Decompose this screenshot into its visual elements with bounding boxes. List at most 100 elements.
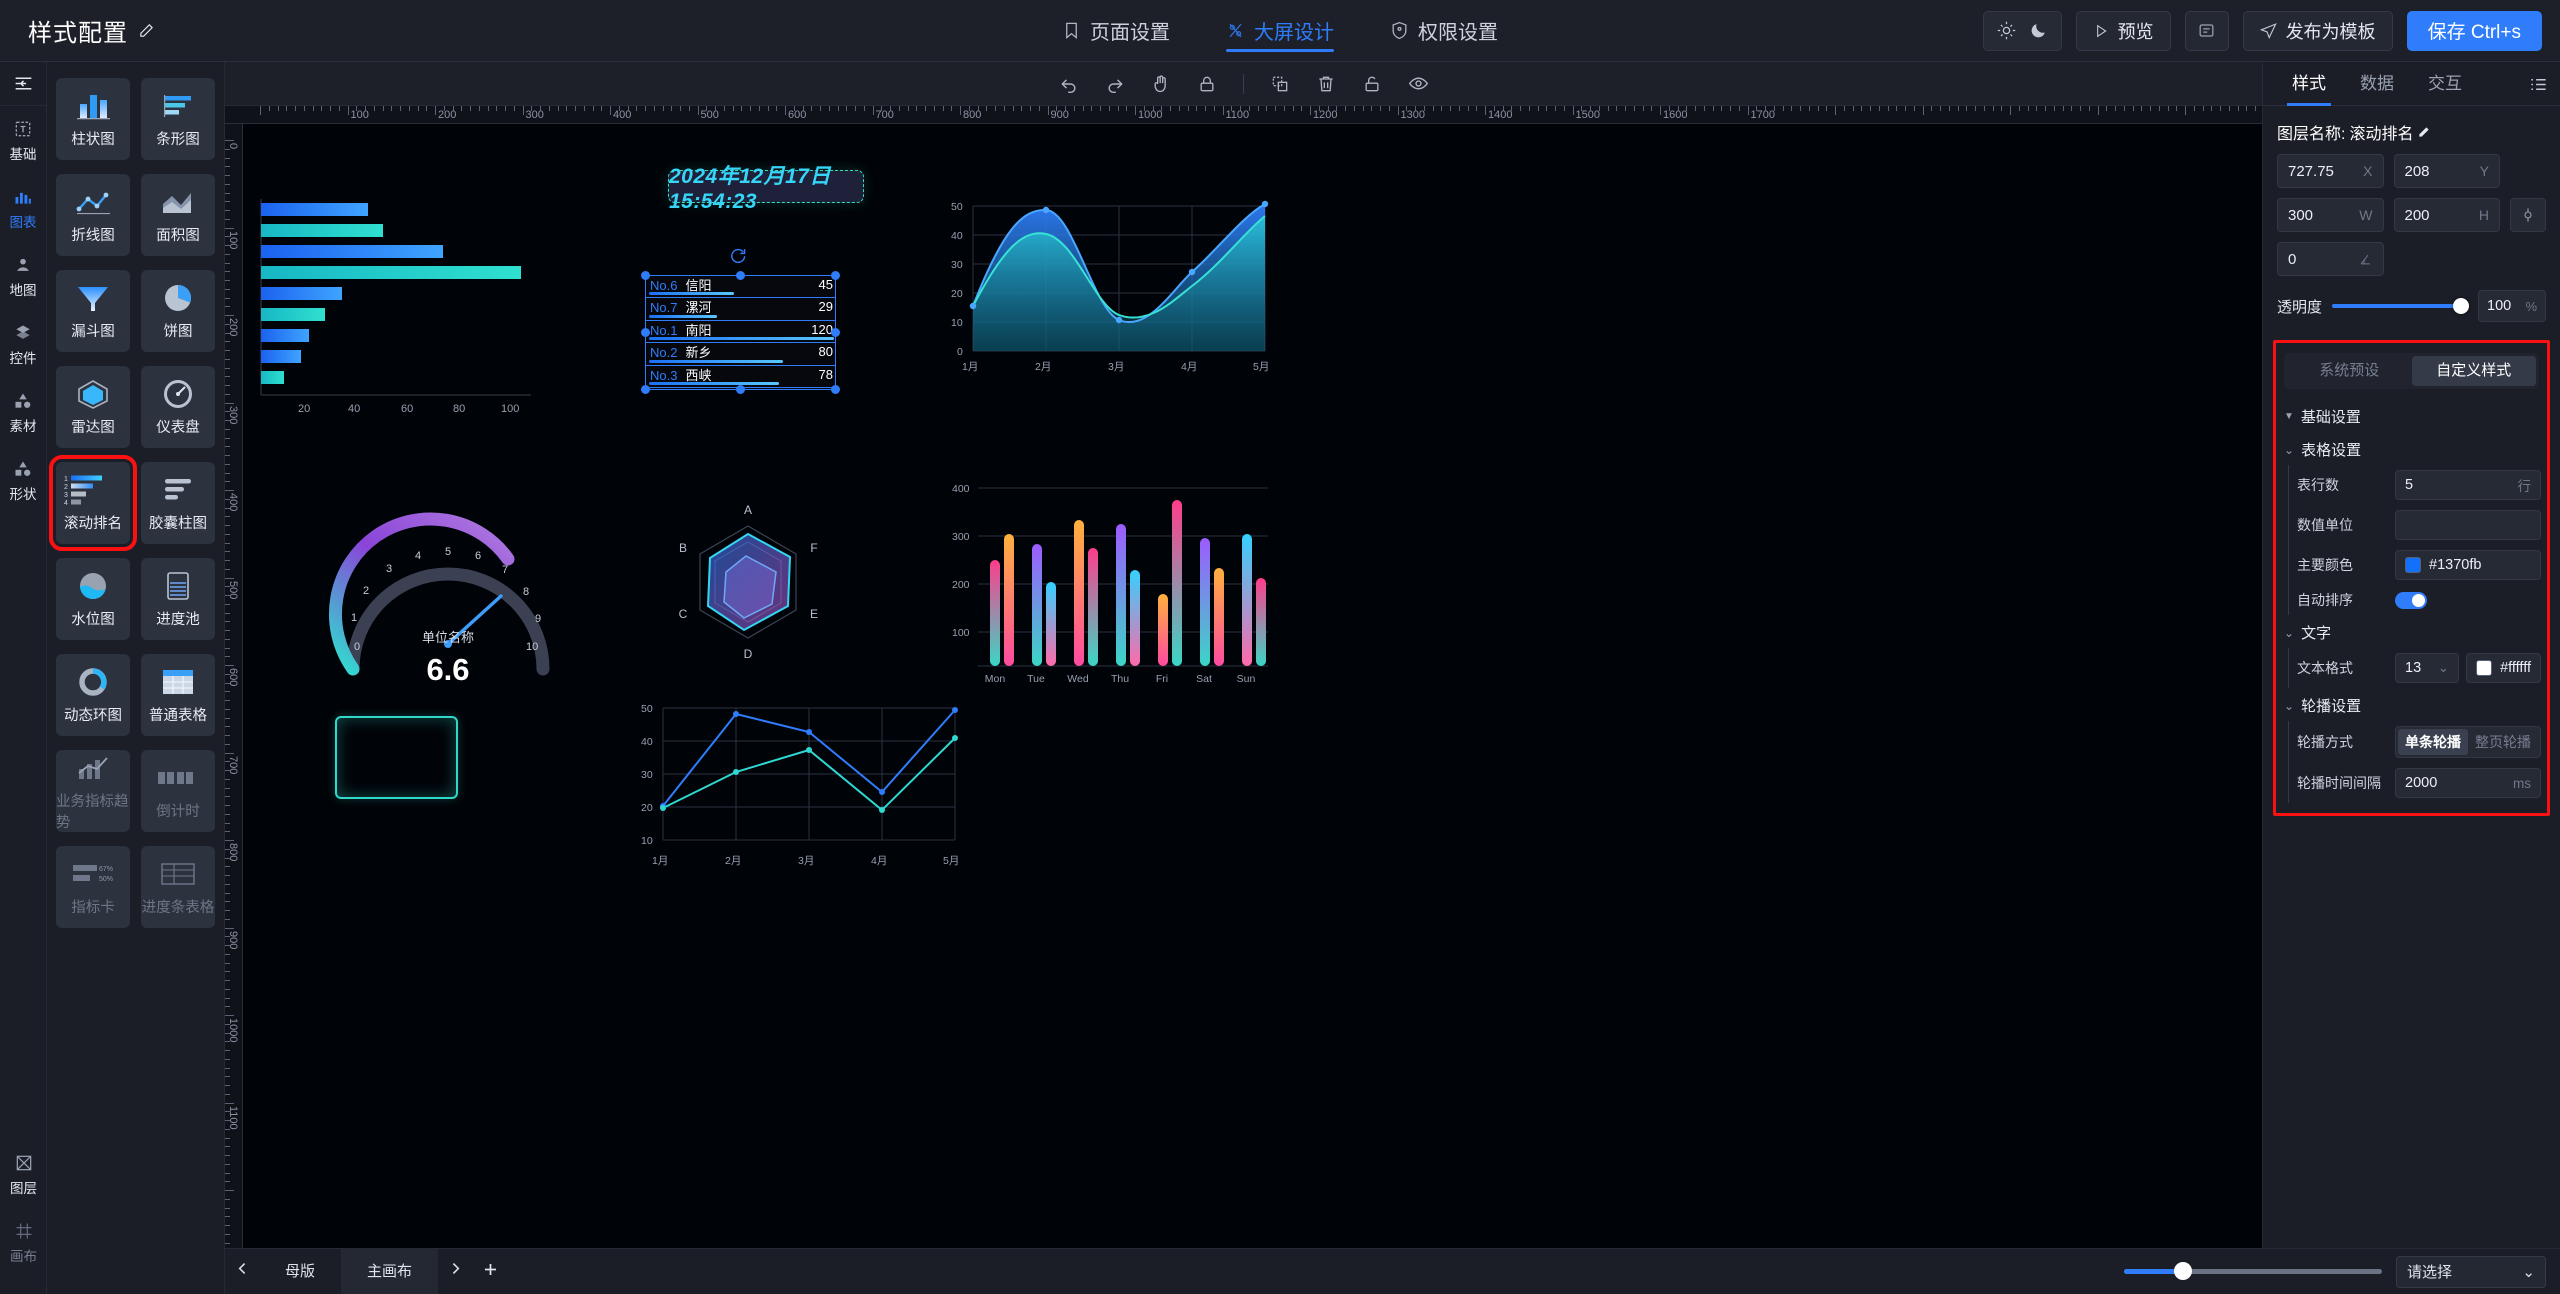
line-chart-widget[interactable]: 50 40 30 20 10 1月 2月 3月 4月 5月 xyxy=(633,694,963,894)
resize-handle-tl[interactable] xyxy=(641,271,650,280)
palette-tile-column-chart[interactable]: 柱状图 xyxy=(56,78,130,160)
palette-tile-gauge[interactable]: 仪表盘 xyxy=(141,366,215,448)
save-button[interactable]: 保存 Ctrl+s xyxy=(2406,10,2542,51)
style-mode-custom[interactable]: 自定义样式 xyxy=(2411,356,2536,386)
clock-widget[interactable]: 2024年12月17日 15:54:23 xyxy=(668,165,864,213)
color-swatch[interactable] xyxy=(2405,557,2421,573)
palette-tile-radar-chart[interactable]: 雷达图 xyxy=(56,366,130,448)
opacity-value-field[interactable]: 100 % xyxy=(2478,290,2546,322)
resize-handle-ml[interactable] xyxy=(641,328,650,337)
ranking-row[interactable]: No.2 新乡 80 xyxy=(646,343,835,366)
palette-tile-line-chart[interactable]: 折线图 xyxy=(56,174,130,256)
vertical-ruler[interactable]: 0 100 200 300 400 500 600 700 800 900 1000 1100 xyxy=(225,124,243,1248)
rectangle-widget[interactable] xyxy=(335,716,458,799)
theme-toggle-group[interactable] xyxy=(1982,10,2062,51)
carousel-mode-single[interactable]: 单条轮播 xyxy=(2398,729,2468,755)
undo-button[interactable] xyxy=(1059,74,1079,94)
group-table-settings[interactable]: ⌄ 表格设置 xyxy=(2282,432,2541,465)
area-chart-widget[interactable]: 50 40 30 20 10 0 1月 2月 3月 4月 5月 xyxy=(943,194,1273,384)
tab-main-canvas[interactable]: 主画布 xyxy=(341,1248,439,1294)
radar-chart-widget[interactable]: A B C D E F xyxy=(638,494,858,714)
tab-style[interactable]: 样式 xyxy=(2275,62,2343,106)
carousel-interval-input[interactable]: 2000 ms xyxy=(2395,768,2541,798)
visibility-button[interactable] xyxy=(1408,73,1429,94)
tab-page-settings[interactable]: 页面设置 xyxy=(1062,0,1170,62)
x-field[interactable]: 727.75 X xyxy=(2277,154,2384,188)
palette-tile-plain-table[interactable]: 普通表格 xyxy=(141,654,215,736)
zoom-slider-knob[interactable] xyxy=(2174,1262,2192,1280)
zoom-slider[interactable] xyxy=(2124,1262,2382,1280)
resize-handle-bl[interactable] xyxy=(641,385,650,394)
pencil-icon[interactable] xyxy=(2417,125,2431,139)
next-page-button[interactable] xyxy=(438,1260,472,1283)
scroll-ranking-widget[interactable]: No.6 信阳 45 No.7 漯河 29 No.1 南阳 120 No.2 新… xyxy=(641,248,840,394)
notes-button[interactable] xyxy=(2184,10,2229,51)
preview-button[interactable]: 预览 xyxy=(2075,10,2171,51)
palette-tile-area-chart[interactable]: 面积图 xyxy=(141,174,215,256)
zoom-select[interactable]: 请选择 ⌄ xyxy=(2396,1255,2546,1288)
aspect-lock-button[interactable] xyxy=(2510,198,2546,232)
resize-handle-br[interactable] xyxy=(831,385,840,394)
bar-chart-widget[interactable]: 20 40 60 80 100 xyxy=(243,199,533,429)
color-swatch[interactable] xyxy=(2476,660,2493,676)
y-field[interactable]: 208 Y xyxy=(2393,154,2500,188)
collapse-panel-button[interactable] xyxy=(0,62,46,106)
sidebar-item-basic[interactable]: 基础 xyxy=(0,106,46,174)
lock-all-button[interactable] xyxy=(1197,74,1217,94)
ranking-row[interactable]: No.7 漯河 29 xyxy=(646,298,835,321)
value-unit-input[interactable] xyxy=(2395,510,2541,540)
palette-tile-water-level[interactable]: 水位图 xyxy=(56,558,130,640)
carousel-mode-page[interactable]: 整页轮播 xyxy=(2468,729,2538,755)
tab-permission-settings[interactable]: 权限设置 xyxy=(1390,0,1498,62)
pencil-icon[interactable] xyxy=(138,22,155,39)
palette-tile-progress-table[interactable]: 进度条表格 xyxy=(141,846,215,928)
sidebar-item-canvas[interactable]: 画布 xyxy=(0,1208,47,1276)
palette-tile-business-trend[interactable]: 业务指标趋势 xyxy=(56,750,130,832)
palette-tile-pie-chart[interactable]: 饼图 xyxy=(141,270,215,352)
ranking-row[interactable]: No.1 南阳 120 xyxy=(646,321,835,344)
height-field[interactable]: 200 H xyxy=(2393,198,2500,232)
panel-menu-button[interactable] xyxy=(2529,75,2548,99)
palette-tile-progress-pool[interactable]: 进度池 xyxy=(141,558,215,640)
unlock-button[interactable] xyxy=(1362,74,1382,94)
hand-button[interactable] xyxy=(1151,74,1171,94)
palette-tile-dynamic-donut[interactable]: 动态环图 xyxy=(56,654,130,736)
primary-color-input[interactable]: #1370fb xyxy=(2395,550,2541,580)
group-button[interactable] xyxy=(1270,74,1290,94)
gauge-widget[interactable]: 0 1 2 3 4 5 6 7 8 9 10 单位名称 6.6 xyxy=(318,504,578,724)
sun-icon[interactable] xyxy=(1997,21,2016,40)
publish-template-button[interactable]: 发布为模板 xyxy=(2242,10,2393,51)
rotate-handle[interactable] xyxy=(729,247,746,269)
resize-handle-tr[interactable] xyxy=(831,271,840,280)
palette-tile-countdown[interactable]: 倒计时 xyxy=(141,750,215,832)
ranking-list[interactable]: No.6 信阳 45 No.7 漯河 29 No.1 南阳 120 No.2 新… xyxy=(646,276,835,389)
redo-button[interactable] xyxy=(1105,74,1125,94)
style-mode-preset[interactable]: 系统预设 xyxy=(2287,356,2412,386)
tab-screen-design[interactable]: 大屏设计 xyxy=(1226,0,1334,62)
group-text-settings[interactable]: ⌄ 文字 xyxy=(2282,615,2541,648)
horizontal-ruler[interactable]: 100 200 300 400 500 600 700 800 900 1000 1100 1200 1… xyxy=(225,106,2262,124)
table-rows-input[interactable]: 5 行 xyxy=(2395,470,2541,500)
font-color-input[interactable]: #ffffff xyxy=(2466,653,2541,683)
group-carousel-settings[interactable]: ⌄ 轮播设置 xyxy=(2282,688,2541,721)
sidebar-item-layers[interactable]: 图层 xyxy=(0,1140,47,1208)
palette-tile-bar-chart[interactable]: 条形图 xyxy=(141,78,215,160)
resize-handle-mr[interactable] xyxy=(831,328,840,337)
opacity-slider[interactable] xyxy=(2332,298,2469,314)
font-size-select[interactable]: 13 ⌄ xyxy=(2395,653,2460,683)
moon-icon[interactable] xyxy=(2029,21,2048,40)
rotation-field[interactable]: 0 xyxy=(2277,242,2384,276)
resize-handle-bc[interactable] xyxy=(736,385,745,394)
canvas-stage[interactable]: 2024年12月17日 15:54:23 20 40 60 80 100 No.… xyxy=(243,124,2262,1248)
auto-sort-toggle[interactable] xyxy=(2395,591,2427,609)
column-chart-widget[interactable]: 400 300 200 100 Mon Tue Wed Thu Fri Sat Sun xyxy=(948,474,1273,699)
sidebar-item-material[interactable]: 素材 xyxy=(0,378,46,446)
delete-button[interactable] xyxy=(1316,74,1336,94)
opacity-slider-knob[interactable] xyxy=(2453,298,2469,314)
palette-tile-scroll-ranking[interactable]: 1234 滚动排名 xyxy=(49,455,137,551)
sidebar-item-widget[interactable]: 控件 xyxy=(0,310,46,378)
prev-page-button[interactable] xyxy=(225,1260,259,1283)
resize-handle-tc[interactable] xyxy=(736,271,745,280)
width-field[interactable]: 300 W xyxy=(2277,198,2384,232)
tab-interaction[interactable]: 交互 xyxy=(2411,62,2479,106)
